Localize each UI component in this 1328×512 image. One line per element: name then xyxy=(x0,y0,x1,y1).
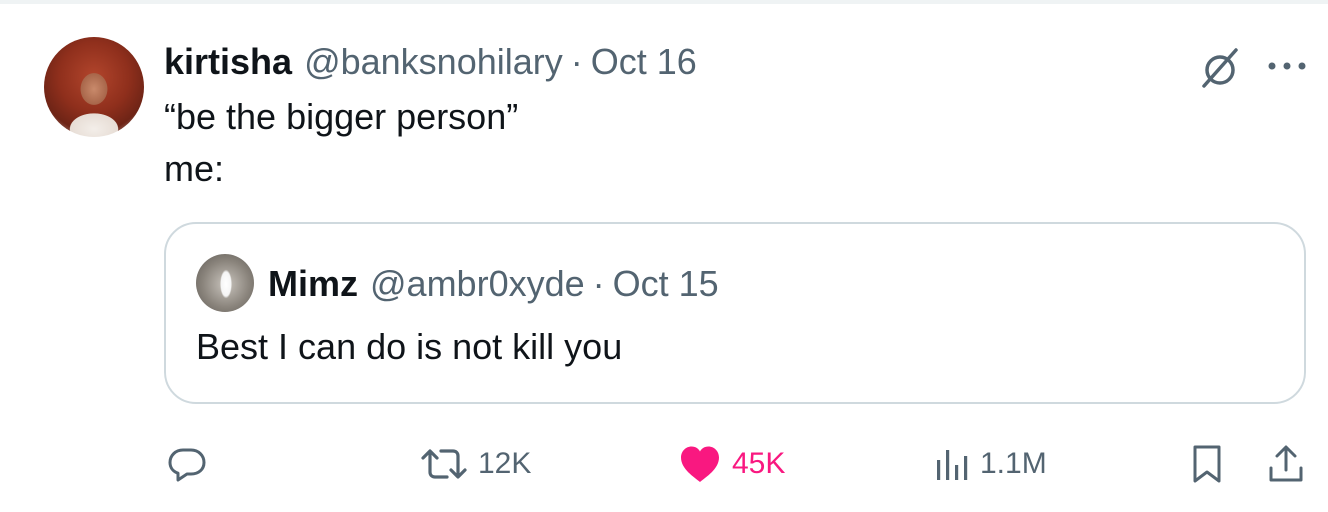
bookmark-button[interactable] xyxy=(1190,440,1224,488)
reply-button[interactable] xyxy=(166,440,208,488)
author-avatar[interactable] xyxy=(44,37,144,137)
retweet-button[interactable]: 12K xyxy=(420,440,531,488)
tweet-text-line-1: “be the bigger person” xyxy=(164,96,519,137)
author-handle[interactable]: @banksnohilary xyxy=(304,41,563,83)
quoted-author-name: Mimz xyxy=(268,263,358,304)
bookmark-icon xyxy=(1193,445,1221,483)
share-button[interactable] xyxy=(1266,440,1306,488)
tweet-header: kirtisha @banksnohilary · Oct 16 xyxy=(164,38,697,86)
header-separator: · xyxy=(570,41,583,82)
retweet-icon xyxy=(421,449,467,479)
quoted-tweet-date: Oct 15 xyxy=(612,263,719,304)
quoted-header-separator: · xyxy=(592,263,605,304)
heart-icon xyxy=(681,446,719,482)
like-button[interactable]: 45K xyxy=(678,440,785,488)
share-icon xyxy=(1269,445,1303,482)
quoted-author-avatar xyxy=(196,254,254,312)
more-icon[interactable] xyxy=(1266,54,1308,78)
quoted-tweet-card[interactable]: Mimz @ambr0xyde · Oct 15 Best I can do i… xyxy=(164,222,1306,404)
grok-icon[interactable] xyxy=(1196,44,1244,92)
retweet-count: 12K xyxy=(478,447,532,480)
top-divider xyxy=(0,0,1328,4)
like-count: 45K xyxy=(732,447,786,480)
reply-icon xyxy=(168,448,206,482)
author-name[interactable]: kirtisha xyxy=(164,41,292,83)
views-count: 1.1M xyxy=(980,447,1047,480)
quoted-author-handle: @ambr0xyde xyxy=(370,263,585,304)
tweet-date[interactable]: Oct 16 xyxy=(591,41,697,83)
views-icon xyxy=(937,450,968,480)
quoted-tweet-text: Best I can do is not kill you xyxy=(196,326,623,367)
views-button[interactable]: 1.1M xyxy=(934,440,1047,488)
quoted-tweet-header: Mimz @ambr0xyde · Oct 15 xyxy=(268,260,719,308)
tweet-text-line-2: me: xyxy=(164,148,225,189)
